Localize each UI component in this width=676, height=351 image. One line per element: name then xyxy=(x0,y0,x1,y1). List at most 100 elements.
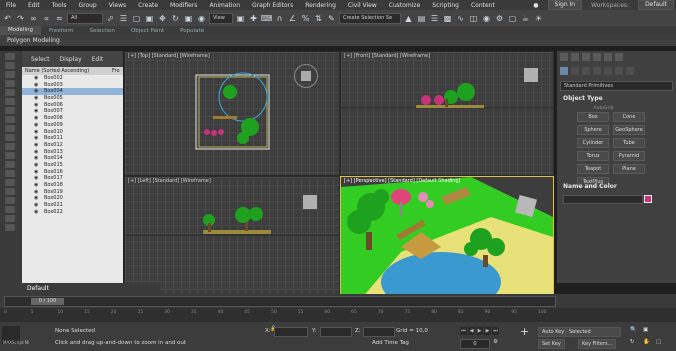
sign-in-button[interactable]: Sign In xyxy=(547,0,583,10)
lock-cell-editing-icon[interactable] xyxy=(5,215,15,222)
tab-object-paint[interactable]: Object Paint xyxy=(123,28,172,34)
list-item[interactable]: ◉ Box008 xyxy=(22,115,123,122)
cone-button[interactable]: Cone xyxy=(613,112,645,122)
shapes-icon[interactable] xyxy=(571,67,579,75)
tab-edit[interactable]: Edit xyxy=(92,56,104,63)
plane-button[interactable]: Plane xyxy=(613,164,645,174)
viewport-perspective-label[interactable]: [+] [Perspective] [Standard] [Default Sh… xyxy=(344,178,460,184)
display-warps-icon[interactable] xyxy=(5,116,15,123)
z-coordinate-field[interactable] xyxy=(363,327,395,337)
menu-item-graph-editors[interactable]: Graph Editors xyxy=(246,2,299,9)
tab-selection[interactable]: Selection xyxy=(82,28,123,34)
visibility-eye-icon[interactable]: ◉ xyxy=(34,195,38,202)
select-move-icon[interactable]: ✥ xyxy=(157,13,168,24)
menu-item-modifiers[interactable]: Modifiers xyxy=(164,2,203,9)
schematic-view-icon[interactable]: ◫ xyxy=(468,13,479,24)
zoom-icon[interactable]: 🔍 xyxy=(630,327,637,333)
ribbon-toggle-icon[interactable]: ▩ xyxy=(442,13,453,24)
maxscript-listener[interactable]: MAXScript Mi xyxy=(2,326,29,345)
selection-filter-dropdown[interactable]: All xyxy=(67,12,103,24)
list-item[interactable]: ◉ Box017 xyxy=(22,175,123,182)
create-tab-icon[interactable] xyxy=(560,53,568,61)
box-button[interactable]: Box xyxy=(577,112,609,122)
display-all-icon[interactable] xyxy=(5,62,15,69)
display-lights-icon[interactable] xyxy=(5,89,15,96)
select-scale-icon[interactable]: ▣ xyxy=(183,13,194,24)
menu-item-animation[interactable]: Animation xyxy=(203,2,246,9)
visibility-eye-icon[interactable]: ◉ xyxy=(34,122,38,129)
tube-button[interactable]: Tube xyxy=(613,138,645,148)
add-key-icon[interactable]: + xyxy=(520,325,529,338)
pan-icon[interactable]: ✋ xyxy=(643,339,650,345)
tab-populate[interactable]: Populate xyxy=(172,28,212,34)
list-item[interactable]: ◉ Box016 xyxy=(22,169,123,176)
display-groups-icon[interactable] xyxy=(5,125,15,132)
list-item[interactable]: ◉ Box003 xyxy=(22,82,123,89)
add-time-tag-button[interactable]: Add Time Tag xyxy=(372,340,409,346)
object-type-rollout[interactable]: Object Type xyxy=(557,93,676,104)
visibility-eye-icon[interactable]: ◉ xyxy=(34,129,38,136)
link-icon[interactable]: ∞ xyxy=(28,13,39,24)
zoom-all-icon[interactable]: ▣ xyxy=(643,327,648,333)
list-item[interactable]: ◉ Box006 xyxy=(22,102,123,109)
next-frame-icon[interactable]: ▶ xyxy=(484,327,491,335)
visibility-eye-icon[interactable]: ◉ xyxy=(34,202,38,209)
display-tab-icon[interactable] xyxy=(604,53,612,61)
select-manipulate-icon[interactable]: ✚ xyxy=(248,13,259,24)
visibility-eye-icon[interactable]: ◉ xyxy=(34,155,38,162)
auto-key-button[interactable]: Auto Key xyxy=(538,327,569,337)
sphere-button[interactable]: Sphere xyxy=(577,125,609,135)
go-to-end-icon[interactable]: ⏭ xyxy=(492,327,499,335)
motion-tab-icon[interactable] xyxy=(593,53,601,61)
list-item[interactable]: ◉ Box011 xyxy=(22,135,123,142)
display-cameras-icon[interactable] xyxy=(5,98,15,105)
list-item[interactable]: ◉ Box013 xyxy=(22,149,123,156)
visibility-eye-icon[interactable]: ◉ xyxy=(34,115,38,122)
select-by-name-icon[interactable]: ☰ xyxy=(118,13,129,24)
column-header-name[interactable]: Name (Sorted Ascending) xyxy=(25,68,89,74)
select-object-icon[interactable]: ⬀ xyxy=(105,13,116,24)
key-filters-button[interactable]: Key Filters... xyxy=(578,339,617,349)
display-children-icon[interactable] xyxy=(5,179,15,186)
spinner-snap-icon[interactable]: ⇅ xyxy=(313,13,324,24)
list-item[interactable]: ◉ Box002 xyxy=(22,75,123,82)
list-item[interactable]: ◉ Box015 xyxy=(22,162,123,169)
track-bar[interactable]: 0 5 10 15 20 25 30 35 40 45 50 55 60 65 70 75 80 85 90 95 10… xyxy=(0,308,676,322)
viewcube-top[interactable] xyxy=(294,64,318,88)
tab-freeform[interactable]: Freeform xyxy=(41,28,82,34)
visibility-eye-icon[interactable]: ◉ xyxy=(34,75,38,82)
visibility-eye-icon[interactable]: ◉ xyxy=(34,169,38,176)
display-containers-icon[interactable] xyxy=(5,152,15,159)
tab-display[interactable]: Display xyxy=(60,56,82,63)
geometry-icon[interactable] xyxy=(560,67,568,75)
menu-item-customize[interactable]: Customize xyxy=(383,2,427,9)
display-geometry-icon[interactable] xyxy=(5,71,15,78)
display-influences-icon[interactable] xyxy=(5,197,15,204)
menu-item-file[interactable]: File xyxy=(0,2,22,9)
list-item[interactable]: ◉ Box021 xyxy=(22,202,123,209)
angle-snap-icon[interactable]: ∠ xyxy=(287,13,298,24)
layer-explorer-icon[interactable]: ☰ xyxy=(429,13,440,24)
list-item[interactable]: ◉ Box007 xyxy=(22,108,123,115)
list-item[interactable]: ◉ Box004 xyxy=(22,88,123,96)
column-header[interactable]: Name (Sorted Ascending) Fro xyxy=(22,67,123,75)
selected-dropdown[interactable]: Selected xyxy=(565,327,621,337)
object-color-swatch[interactable] xyxy=(644,195,652,203)
tab-select[interactable]: Select xyxy=(31,56,50,63)
display-bones-icon[interactable] xyxy=(5,143,15,150)
visibility-eye-icon[interactable]: ◉ xyxy=(34,162,38,169)
redo-icon[interactable]: ↷ xyxy=(15,13,26,24)
menu-item-civil-view[interactable]: Civil View xyxy=(342,2,383,9)
column-header-frozen[interactable]: Fro xyxy=(112,67,120,75)
visibility-eye-icon[interactable]: ◉ xyxy=(34,182,38,189)
viewcube-front[interactable] xyxy=(524,68,538,82)
viewcube-left[interactable] xyxy=(303,195,317,209)
mirror-icon[interactable]: ▲ xyxy=(403,13,414,24)
visibility-eye-icon[interactable]: ◉ xyxy=(34,135,38,142)
space-warps-icon[interactable] xyxy=(615,67,623,75)
visibility-eye-icon[interactable]: ◉ xyxy=(34,95,38,102)
window-crossing-icon[interactable]: ▣ xyxy=(144,13,155,24)
placement-icon[interactable]: ◉ xyxy=(196,13,207,24)
render-teapot-icon[interactable]: ☕ xyxy=(520,13,531,24)
display-hidden-icon[interactable] xyxy=(5,170,15,177)
